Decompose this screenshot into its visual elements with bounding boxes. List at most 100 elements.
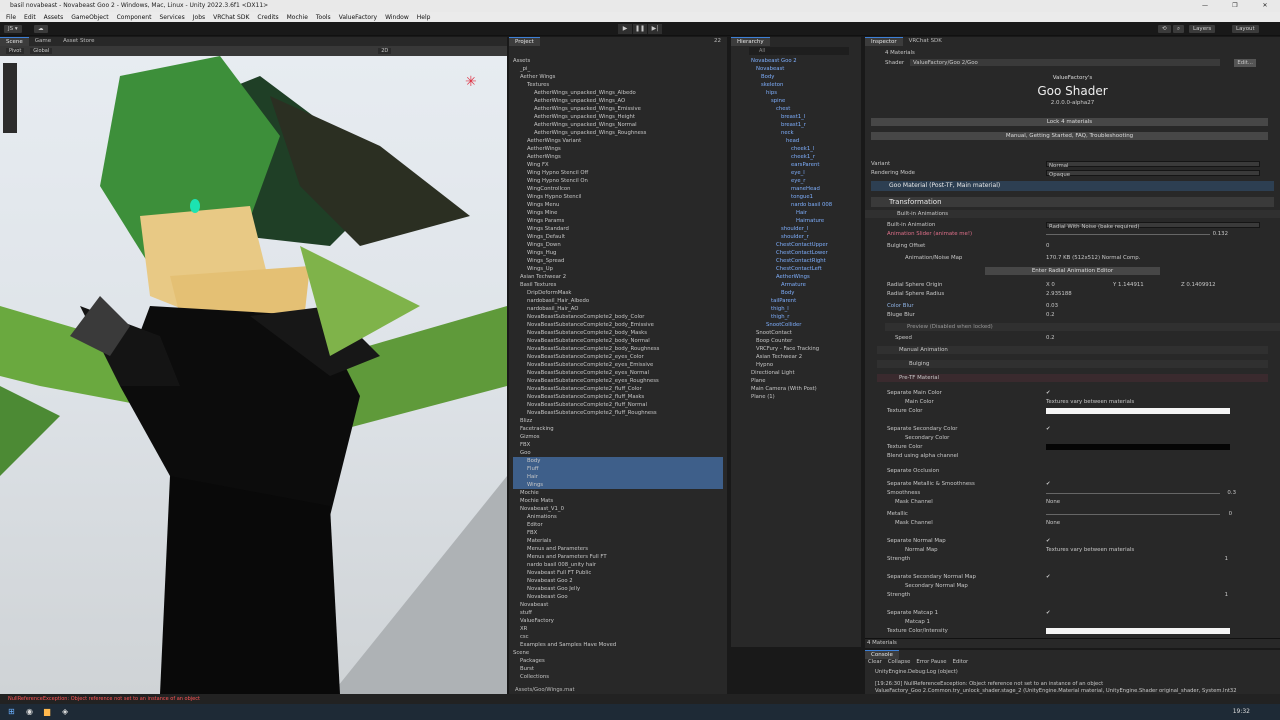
project-item[interactable]: Novabeast	[513, 601, 723, 609]
project-item[interactable]: NovaBeastSubstanceComplete2_fluff_Color	[513, 385, 723, 393]
sep-matcap-checkbox[interactable]: ✔	[1046, 609, 1051, 617]
project-item[interactable]: nardobasil_Hair_Albedo	[513, 297, 723, 305]
bulging-offset-value[interactable]: 0	[1046, 242, 1049, 250]
status-bar[interactable]: NullReferenceException: Object reference…	[0, 694, 1280, 704]
goo-material-section[interactable]: Goo Material (Post-TF, Main material)	[871, 181, 1274, 191]
menu-services[interactable]: Services	[155, 14, 188, 21]
play-icon[interactable]: ▶	[618, 24, 632, 34]
collapse-button[interactable]: Collapse	[885, 659, 914, 665]
tab-project[interactable]: Project	[509, 37, 540, 46]
metallic-value[interactable]: 0	[1229, 510, 1232, 518]
console-log-1[interactable]: UnityEngine.Debug:Log (object)	[875, 669, 1275, 675]
project-item[interactable]: Aether Wings	[513, 73, 723, 81]
menu-assets[interactable]: Assets	[40, 14, 68, 21]
project-item[interactable]: NovaBeastSubstanceComplete2_body_Roughne…	[513, 345, 723, 353]
menu-tools[interactable]: Tools	[312, 14, 335, 21]
minimize-button[interactable]: —	[1190, 0, 1220, 12]
pre-tf-material-section[interactable]: Pre-TF Material	[899, 374, 939, 382]
project-item[interactable]: FBX	[513, 529, 723, 537]
project-item[interactable]: Novabeast Full FT Public	[513, 569, 723, 577]
edit-shader-button[interactable]: Edit...	[1234, 59, 1256, 67]
project-item[interactable]: NovaBeastSubstanceComplete2_body_Normal	[513, 337, 723, 345]
project-item[interactable]: Editor	[513, 521, 723, 529]
hierarchy-item[interactable]: cheek1_r	[751, 153, 859, 161]
hierarchy-item[interactable]: eye_r	[751, 177, 859, 185]
main-color-swatch[interactable]	[1046, 408, 1230, 414]
project-item[interactable]: Asian Techwear 2	[513, 273, 723, 281]
hierarchy-item[interactable]: Plane	[751, 377, 859, 385]
project-item[interactable]: ValueFactory	[513, 617, 723, 625]
project-item[interactable]: NovaBeastSubstanceComplete2_body_Emissiv…	[513, 321, 723, 329]
project-tree[interactable]: Assets _pi_ Aether Wings Textures AetherWing…	[513, 57, 723, 682]
taskbar-app-icon[interactable]: ◉	[26, 707, 33, 716]
project-item[interactable]: Wings	[513, 481, 723, 489]
menu-vrchat-sdk[interactable]: VRChat SDK	[209, 14, 253, 21]
menu-help[interactable]: Help	[413, 14, 435, 21]
hierarchy-item[interactable]: Body	[751, 73, 859, 81]
menu-jobs[interactable]: Jobs	[189, 14, 209, 21]
taskbar-unity-icon[interactable]: ◈	[62, 707, 68, 716]
project-item[interactable]: Burst	[513, 665, 723, 673]
radial-radius-value[interactable]: 2.935188	[1046, 290, 1072, 298]
matcap-swatch[interactable]	[1046, 628, 1230, 634]
project-item[interactable]: Mochie	[513, 489, 723, 497]
hierarchy-item[interactable]: Hypno	[751, 361, 859, 369]
hierarchy-item[interactable]: shoulder_r	[751, 233, 859, 241]
project-item[interactable]: NovaBeastSubstanceComplete2_fluff_Normal	[513, 401, 723, 409]
hierarchy-item[interactable]: Novabeast	[751, 65, 859, 73]
menu-gameobject[interactable]: GameObject	[67, 14, 112, 21]
hierarchy-item[interactable]: spine	[751, 97, 859, 105]
project-item[interactable]: AetherWings_unpacked_Wings_Roughness	[513, 129, 723, 137]
project-item[interactable]: Materials	[513, 537, 723, 545]
project-item[interactable]: Wings_Spread	[513, 257, 723, 265]
builtin-animation-dropdown[interactable]: Radial With Noise (bake required)	[1046, 222, 1260, 230]
speed-value[interactable]: 0.2	[1046, 334, 1055, 342]
sep-normal-checkbox[interactable]: ✔	[1046, 537, 1051, 545]
project-item[interactable]: WingControlIcon	[513, 185, 723, 193]
project-item[interactable]: NovaBeastSubstanceComplete2_eyes_Emissiv…	[513, 361, 723, 369]
hierarchy-item[interactable]: Asian Techwear 2	[751, 353, 859, 361]
hierarchy-item[interactable]: cheek1_l	[751, 145, 859, 153]
tab-game[interactable]: Game	[29, 37, 57, 46]
hierarchy-item[interactable]: Hairnature	[751, 217, 859, 225]
animation-slider-value[interactable]: 0.132	[1213, 230, 1228, 238]
variant-dropdown[interactable]: Normal	[1046, 161, 1260, 169]
strength2-value[interactable]: 1	[1225, 591, 1228, 599]
project-item[interactable]: NovaBeastSubstanceComplete2_eyes_Normal	[513, 369, 723, 377]
project-item[interactable]: Wing Hypno Stencil Off	[513, 169, 723, 177]
transformation-section[interactable]: Transformation	[871, 197, 1274, 207]
sep-main-checkbox[interactable]: ✔	[1046, 389, 1051, 397]
search-icon[interactable]: ⌕	[1173, 25, 1185, 33]
animation-slider[interactable]	[1046, 234, 1210, 235]
clear-button[interactable]: Clear	[865, 659, 885, 665]
origin-y[interactable]: Y 1.144911	[1113, 281, 1144, 289]
origin-z[interactable]: Z 0.1409912	[1181, 281, 1216, 289]
project-item[interactable]: Wings Hypno Stencil	[513, 193, 723, 201]
2d-toggle[interactable]: 2D	[378, 48, 392, 54]
project-item[interactable]: Novabeast Goo Jelly	[513, 585, 723, 593]
tab-scene[interactable]: Scene	[0, 37, 29, 46]
project-item[interactable]: Hair	[513, 473, 723, 481]
metallic-slider[interactable]	[1046, 514, 1220, 515]
close-button[interactable]: ✕	[1250, 0, 1280, 12]
hierarchy-item[interactable]: tailParent	[751, 297, 859, 305]
sep-secondary-checkbox[interactable]: ✔	[1046, 425, 1051, 433]
project-item[interactable]: nardo basil 008_unity hair	[513, 561, 723, 569]
radial-editor-button[interactable]: Enter Radial Animation Editor	[985, 267, 1160, 275]
hierarchy-item[interactable]: Armature	[751, 281, 859, 289]
project-item[interactable]: Wing FX	[513, 161, 723, 169]
project-item[interactable]: Animations	[513, 513, 723, 521]
hierarchy-item[interactable]: skeleton	[751, 81, 859, 89]
hierarchy-item[interactable]: tongue1	[751, 193, 859, 201]
hierarchy-item[interactable]: breast1_r	[751, 121, 859, 129]
project-item[interactable]: AetherWings_unpacked_Wings_Emissive	[513, 105, 723, 113]
bulging-foldout[interactable]: Bulging	[909, 360, 929, 368]
project-item[interactable]: _pi_	[513, 65, 723, 73]
project-item[interactable]: NovaBeastSubstanceComplete2_body_Color	[513, 313, 723, 321]
hierarchy-item[interactable]: breast1_l	[751, 113, 859, 121]
preview-foldout[interactable]: Preview (Disabled when locked)	[907, 323, 993, 331]
tool-palette[interactable]	[3, 63, 17, 133]
project-item[interactable]: Assets	[513, 57, 723, 65]
hierarchy-item[interactable]: hips	[751, 89, 859, 97]
project-item[interactable]: Fluff	[513, 465, 723, 473]
